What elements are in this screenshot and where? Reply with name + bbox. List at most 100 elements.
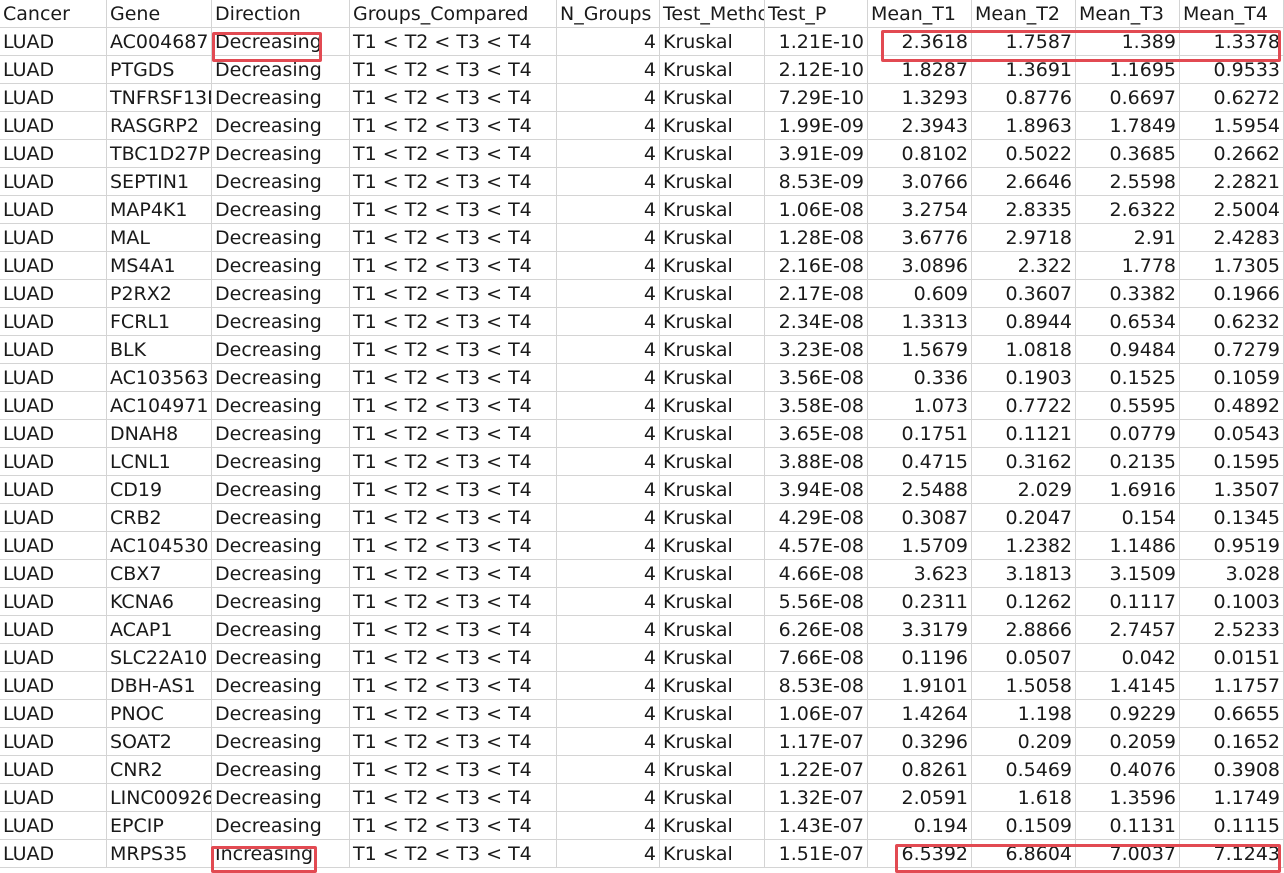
cell-mean-t1[interactable]: 1.3313 [868, 308, 972, 336]
cell-cancer[interactable]: LUAD [0, 84, 107, 112]
cell-mean-t4[interactable]: 0.6655 [1180, 700, 1284, 728]
cell-groups-compared[interactable]: T1 < T2 < T3 < T4 [350, 56, 557, 84]
cell-mean-t2[interactable]: 2.8866 [972, 616, 1076, 644]
cell-cancer[interactable]: LUAD [0, 616, 107, 644]
cell-groups-compared[interactable]: T1 < T2 < T3 < T4 [350, 560, 557, 588]
cell-n-groups[interactable]: 4 [557, 420, 660, 448]
cell-test-method[interactable]: Kruskal [660, 812, 765, 840]
cell-mean-t1[interactable]: 3.6776 [868, 224, 972, 252]
cell-groups-compared[interactable]: T1 < T2 < T3 < T4 [350, 476, 557, 504]
cell-test-p[interactable]: 1.28E-08 [765, 224, 868, 252]
cell-gene[interactable]: AC004687 [107, 28, 212, 56]
cell-cancer[interactable]: LUAD [0, 784, 107, 812]
cell-test-method[interactable]: Kruskal [660, 280, 765, 308]
cell-mean-t1[interactable]: 2.5488 [868, 476, 972, 504]
cell-mean-t4[interactable]: 0.1595 [1180, 448, 1284, 476]
cell-gene[interactable]: TNFRSF13E [107, 84, 212, 112]
cell-mean-t2[interactable]: 1.7587 [972, 28, 1076, 56]
cell-n-groups[interactable]: 4 [557, 112, 660, 140]
cell-cancer[interactable]: LUAD [0, 504, 107, 532]
cell-n-groups[interactable]: 4 [557, 756, 660, 784]
cell-mean-t2[interactable]: 2.9718 [972, 224, 1076, 252]
cell-mean-t1[interactable]: 0.194 [868, 812, 972, 840]
cell-gene[interactable]: ACAP1 [107, 616, 212, 644]
cell-n-groups[interactable]: 4 [557, 588, 660, 616]
cell-gene[interactable]: SLC22A10 [107, 644, 212, 672]
header-cell-test-p[interactable]: Test_P [765, 0, 868, 28]
cell-mean-t3[interactable]: 0.5595 [1076, 392, 1180, 420]
cell-n-groups[interactable]: 4 [557, 448, 660, 476]
cell-mean-t2[interactable]: 2.6646 [972, 168, 1076, 196]
cell-groups-compared[interactable]: T1 < T2 < T3 < T4 [350, 224, 557, 252]
cell-mean-t2[interactable]: 6.8604 [972, 840, 1076, 868]
cell-groups-compared[interactable]: T1 < T2 < T3 < T4 [350, 448, 557, 476]
cell-gene[interactable]: EPCIP [107, 812, 212, 840]
cell-test-method[interactable]: Kruskal [660, 224, 765, 252]
cell-mean-t2[interactable]: 2.8335 [972, 196, 1076, 224]
cell-test-method[interactable]: Kruskal [660, 392, 765, 420]
cell-direction[interactable]: Decreasing [212, 28, 350, 56]
cell-n-groups[interactable]: 4 [557, 672, 660, 700]
cell-mean-t1[interactable]: 1.073 [868, 392, 972, 420]
header-cell-mean-t1[interactable]: Mean_T1 [868, 0, 972, 28]
cell-test-method[interactable]: Kruskal [660, 196, 765, 224]
cell-direction[interactable]: Decreasing [212, 224, 350, 252]
cell-cancer[interactable]: LUAD [0, 364, 107, 392]
cell-mean-t2[interactable]: 2.322 [972, 252, 1076, 280]
header-cell-direction[interactable]: Direction [212, 0, 350, 28]
cell-n-groups[interactable]: 4 [557, 812, 660, 840]
cell-mean-t4[interactable]: 0.9533 [1180, 56, 1284, 84]
header-cell-gene[interactable]: Gene [107, 0, 212, 28]
cell-test-method[interactable]: Kruskal [660, 140, 765, 168]
cell-groups-compared[interactable]: T1 < T2 < T3 < T4 [350, 364, 557, 392]
cell-mean-t3[interactable]: 0.154 [1076, 504, 1180, 532]
cell-mean-t1[interactable]: 2.3618 [868, 28, 972, 56]
cell-direction[interactable]: Decreasing [212, 308, 350, 336]
cell-gene[interactable]: SOAT2 [107, 728, 212, 756]
cell-mean-t1[interactable]: 3.0896 [868, 252, 972, 280]
cell-mean-t1[interactable]: 0.8102 [868, 140, 972, 168]
cell-n-groups[interactable]: 4 [557, 504, 660, 532]
cell-mean-t2[interactable]: 1.198 [972, 700, 1076, 728]
header-cell-mean-t2[interactable]: Mean_T2 [972, 0, 1076, 28]
cell-test-method[interactable]: Kruskal [660, 588, 765, 616]
cell-n-groups[interactable]: 4 [557, 616, 660, 644]
cell-groups-compared[interactable]: T1 < T2 < T3 < T4 [350, 728, 557, 756]
cell-groups-compared[interactable]: T1 < T2 < T3 < T4 [350, 336, 557, 364]
cell-test-method[interactable]: Kruskal [660, 532, 765, 560]
cell-gene[interactable]: PNOC [107, 700, 212, 728]
cell-groups-compared[interactable]: T1 < T2 < T3 < T4 [350, 812, 557, 840]
cell-mean-t3[interactable]: 0.3685 [1076, 140, 1180, 168]
cell-mean-t2[interactable]: 0.0507 [972, 644, 1076, 672]
cell-mean-t1[interactable]: 0.1751 [868, 420, 972, 448]
cell-mean-t3[interactable]: 0.2059 [1076, 728, 1180, 756]
cell-mean-t1[interactable]: 1.8287 [868, 56, 972, 84]
cell-gene[interactable]: DBH-AS1 [107, 672, 212, 700]
cell-mean-t3[interactable]: 2.7457 [1076, 616, 1180, 644]
cell-mean-t1[interactable]: 0.4715 [868, 448, 972, 476]
cell-mean-t4[interactable]: 0.1115 [1180, 812, 1284, 840]
cell-test-method[interactable]: Kruskal [660, 112, 765, 140]
cell-mean-t4[interactable]: 3.028 [1180, 560, 1284, 588]
cell-n-groups[interactable]: 4 [557, 728, 660, 756]
cell-direction[interactable]: Decreasing [212, 140, 350, 168]
cell-mean-t2[interactable]: 0.1903 [972, 364, 1076, 392]
cell-mean-t3[interactable]: 1.389 [1076, 28, 1180, 56]
cell-gene[interactable]: AC103563 [107, 364, 212, 392]
cell-mean-t2[interactable]: 0.5469 [972, 756, 1076, 784]
cell-direction[interactable]: Decreasing [212, 84, 350, 112]
cell-n-groups[interactable]: 4 [557, 560, 660, 588]
cell-cancer[interactable]: LUAD [0, 224, 107, 252]
cell-groups-compared[interactable]: T1 < T2 < T3 < T4 [350, 588, 557, 616]
cell-test-p[interactable]: 7.29E-10 [765, 84, 868, 112]
cell-test-p[interactable]: 5.56E-08 [765, 588, 868, 616]
cell-mean-t4[interactable]: 1.1749 [1180, 784, 1284, 812]
cell-groups-compared[interactable]: T1 < T2 < T3 < T4 [350, 784, 557, 812]
cell-direction[interactable]: Decreasing [212, 812, 350, 840]
cell-mean-t2[interactable]: 1.2382 [972, 532, 1076, 560]
cell-mean-t4[interactable]: 2.2821 [1180, 168, 1284, 196]
cell-mean-t3[interactable]: 0.6697 [1076, 84, 1180, 112]
cell-cancer[interactable]: LUAD [0, 644, 107, 672]
cell-mean-t3[interactable]: 0.1117 [1076, 588, 1180, 616]
cell-test-method[interactable]: Kruskal [660, 504, 765, 532]
